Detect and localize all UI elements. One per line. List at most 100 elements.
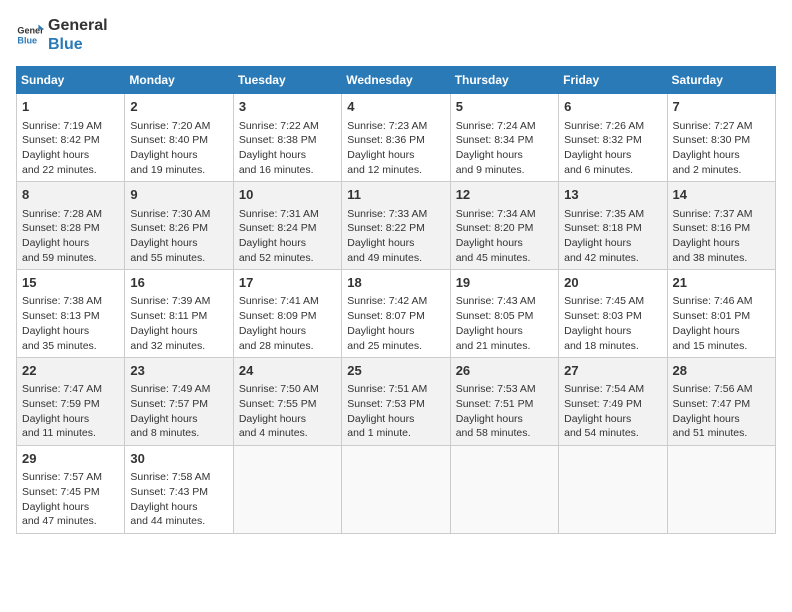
day-cell-13: 13 Sunrise: 7:35 AMSunset: 8:18 PMDaylig… (559, 182, 667, 270)
cell-content-7: Sunrise: 7:27 AMSunset: 8:30 PMDaylight … (673, 119, 770, 178)
day-number-15: 15 (22, 274, 119, 292)
header-monday: Monday (125, 67, 233, 94)
day-number-24: 24 (239, 362, 336, 380)
day-number-20: 20 (564, 274, 661, 292)
header-saturday: Saturday (667, 67, 775, 94)
day-number-5: 5 (456, 98, 553, 116)
cell-content-15: Sunrise: 7:38 AMSunset: 8:13 PMDaylight … (22, 294, 119, 353)
empty-cell (233, 446, 341, 534)
week-row-4: 22 Sunrise: 7:47 AMSunset: 7:59 PMDaylig… (17, 358, 776, 446)
day-cell-26: 26 Sunrise: 7:53 AMSunset: 7:51 PMDaylig… (450, 358, 558, 446)
day-cell-5: 5 Sunrise: 7:24 AMSunset: 8:34 PMDayligh… (450, 94, 558, 182)
logo-icon: General Blue (16, 21, 44, 49)
calendar-header-row: Sunday Monday Tuesday Wednesday Thursday… (17, 67, 776, 94)
day-number-3: 3 (239, 98, 336, 116)
day-cell-19: 19 Sunrise: 7:43 AMSunset: 8:05 PMDaylig… (450, 270, 558, 358)
day-number-10: 10 (239, 186, 336, 204)
header-sunday: Sunday (17, 67, 125, 94)
logo-text-blue: Blue (48, 35, 108, 54)
svg-text:Blue: Blue (17, 36, 37, 46)
day-cell-12: 12 Sunrise: 7:34 AMSunset: 8:20 PMDaylig… (450, 182, 558, 270)
header-wednesday: Wednesday (342, 67, 450, 94)
cell-content-24: Sunrise: 7:50 AMSunset: 7:55 PMDaylight … (239, 382, 336, 441)
day-number-13: 13 (564, 186, 661, 204)
page-header: General Blue General Blue (16, 16, 776, 54)
day-number-21: 21 (673, 274, 770, 292)
day-cell-1: 1 Sunrise: 7:19 AMSunset: 8:42 PMDayligh… (17, 94, 125, 182)
day-number-14: 14 (673, 186, 770, 204)
day-number-1: 1 (22, 98, 119, 116)
day-cell-20: 20 Sunrise: 7:45 AMSunset: 8:03 PMDaylig… (559, 270, 667, 358)
empty-cell (559, 446, 667, 534)
day-cell-29: 29 Sunrise: 7:57 AMSunset: 7:45 PMDaylig… (17, 446, 125, 534)
day-cell-27: 27 Sunrise: 7:54 AMSunset: 7:49 PMDaylig… (559, 358, 667, 446)
day-cell-14: 14 Sunrise: 7:37 AMSunset: 8:16 PMDaylig… (667, 182, 775, 270)
day-cell-25: 25 Sunrise: 7:51 AMSunset: 7:53 PMDaylig… (342, 358, 450, 446)
day-number-27: 27 (564, 362, 661, 380)
day-number-17: 17 (239, 274, 336, 292)
day-number-26: 26 (456, 362, 553, 380)
day-cell-22: 22 Sunrise: 7:47 AMSunset: 7:59 PMDaylig… (17, 358, 125, 446)
week-row-2: 8 Sunrise: 7:28 AMSunset: 8:28 PMDayligh… (17, 182, 776, 270)
logo-text-general: General (48, 16, 108, 35)
cell-content-19: Sunrise: 7:43 AMSunset: 8:05 PMDaylight … (456, 294, 553, 353)
day-number-30: 30 (130, 450, 227, 468)
cell-content-12: Sunrise: 7:34 AMSunset: 8:20 PMDaylight … (456, 207, 553, 266)
day-number-2: 2 (130, 98, 227, 116)
cell-content-22: Sunrise: 7:47 AMSunset: 7:59 PMDaylight … (22, 382, 119, 441)
cell-content-29: Sunrise: 7:57 AMSunset: 7:45 PMDaylight … (22, 470, 119, 529)
day-number-29: 29 (22, 450, 119, 468)
day-cell-23: 23 Sunrise: 7:49 AMSunset: 7:57 PMDaylig… (125, 358, 233, 446)
cell-content-30: Sunrise: 7:58 AMSunset: 7:43 PMDaylight … (130, 470, 227, 529)
day-cell-28: 28 Sunrise: 7:56 AMSunset: 7:47 PMDaylig… (667, 358, 775, 446)
cell-content-5: Sunrise: 7:24 AMSunset: 8:34 PMDaylight … (456, 119, 553, 178)
header-thursday: Thursday (450, 67, 558, 94)
day-cell-30: 30 Sunrise: 7:58 AMSunset: 7:43 PMDaylig… (125, 446, 233, 534)
cell-content-2: Sunrise: 7:20 AMSunset: 8:40 PMDaylight … (130, 119, 227, 178)
cell-content-6: Sunrise: 7:26 AMSunset: 8:32 PMDaylight … (564, 119, 661, 178)
day-cell-17: 17 Sunrise: 7:41 AMSunset: 8:09 PMDaylig… (233, 270, 341, 358)
header-tuesday: Tuesday (233, 67, 341, 94)
day-number-7: 7 (673, 98, 770, 116)
day-cell-21: 21 Sunrise: 7:46 AMSunset: 8:01 PMDaylig… (667, 270, 775, 358)
day-number-11: 11 (347, 186, 444, 204)
calendar-table: Sunday Monday Tuesday Wednesday Thursday… (16, 66, 776, 534)
cell-content-4: Sunrise: 7:23 AMSunset: 8:36 PMDaylight … (347, 119, 444, 178)
cell-content-18: Sunrise: 7:42 AMSunset: 8:07 PMDaylight … (347, 294, 444, 353)
empty-cell (342, 446, 450, 534)
day-number-12: 12 (456, 186, 553, 204)
day-cell-10: 10 Sunrise: 7:31 AMSunset: 8:24 PMDaylig… (233, 182, 341, 270)
cell-content-11: Sunrise: 7:33 AMSunset: 8:22 PMDaylight … (347, 207, 444, 266)
empty-cell (667, 446, 775, 534)
cell-content-26: Sunrise: 7:53 AMSunset: 7:51 PMDaylight … (456, 382, 553, 441)
cell-content-9: Sunrise: 7:30 AMSunset: 8:26 PMDaylight … (130, 207, 227, 266)
day-number-25: 25 (347, 362, 444, 380)
cell-content-20: Sunrise: 7:45 AMSunset: 8:03 PMDaylight … (564, 294, 661, 353)
day-number-8: 8 (22, 186, 119, 204)
day-number-22: 22 (22, 362, 119, 380)
day-cell-18: 18 Sunrise: 7:42 AMSunset: 8:07 PMDaylig… (342, 270, 450, 358)
day-number-19: 19 (456, 274, 553, 292)
day-cell-16: 16 Sunrise: 7:39 AMSunset: 8:11 PMDaylig… (125, 270, 233, 358)
day-cell-9: 9 Sunrise: 7:30 AMSunset: 8:26 PMDayligh… (125, 182, 233, 270)
cell-content-10: Sunrise: 7:31 AMSunset: 8:24 PMDaylight … (239, 207, 336, 266)
week-row-3: 15 Sunrise: 7:38 AMSunset: 8:13 PMDaylig… (17, 270, 776, 358)
day-number-16: 16 (130, 274, 227, 292)
cell-content-16: Sunrise: 7:39 AMSunset: 8:11 PMDaylight … (130, 294, 227, 353)
logo: General Blue General Blue (16, 16, 108, 54)
day-cell-24: 24 Sunrise: 7:50 AMSunset: 7:55 PMDaylig… (233, 358, 341, 446)
cell-content-13: Sunrise: 7:35 AMSunset: 8:18 PMDaylight … (564, 207, 661, 266)
day-number-6: 6 (564, 98, 661, 116)
cell-content-27: Sunrise: 7:54 AMSunset: 7:49 PMDaylight … (564, 382, 661, 441)
day-cell-6: 6 Sunrise: 7:26 AMSunset: 8:32 PMDayligh… (559, 94, 667, 182)
header-friday: Friday (559, 67, 667, 94)
day-number-9: 9 (130, 186, 227, 204)
cell-content-21: Sunrise: 7:46 AMSunset: 8:01 PMDaylight … (673, 294, 770, 353)
day-number-18: 18 (347, 274, 444, 292)
cell-content-1: Sunrise: 7:19 AMSunset: 8:42 PMDaylight … (22, 119, 119, 178)
day-number-4: 4 (347, 98, 444, 116)
cell-content-25: Sunrise: 7:51 AMSunset: 7:53 PMDaylight … (347, 382, 444, 441)
week-row-5: 29 Sunrise: 7:57 AMSunset: 7:45 PMDaylig… (17, 446, 776, 534)
day-cell-4: 4 Sunrise: 7:23 AMSunset: 8:36 PMDayligh… (342, 94, 450, 182)
cell-content-3: Sunrise: 7:22 AMSunset: 8:38 PMDaylight … (239, 119, 336, 178)
